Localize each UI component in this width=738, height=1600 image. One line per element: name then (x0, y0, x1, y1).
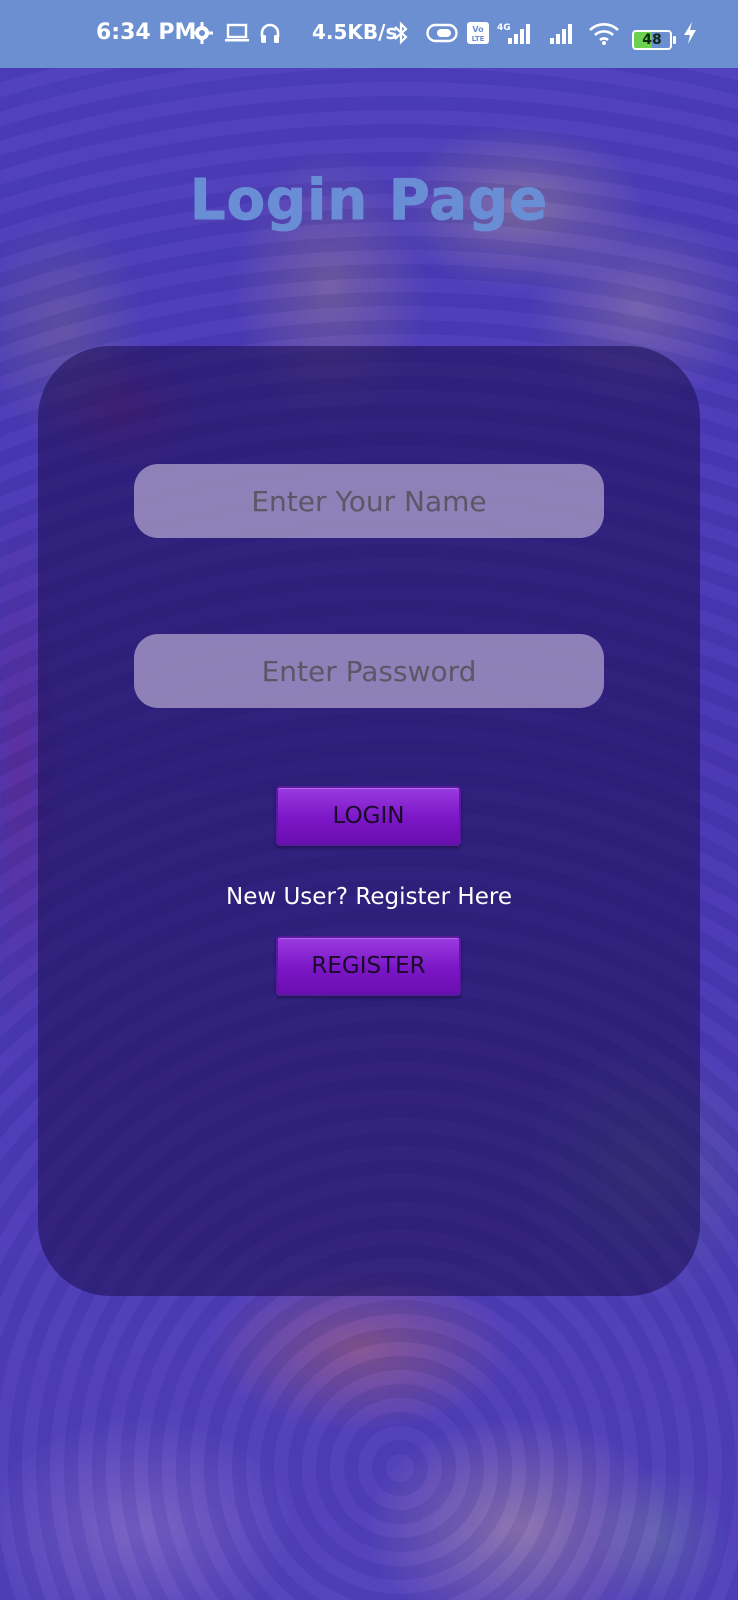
charging-icon (682, 18, 698, 48)
svg-text:LTE: LTE (472, 35, 485, 43)
svg-text:Vo: Vo (472, 25, 484, 34)
network-speed: 4.5KB/s (312, 20, 398, 44)
login-button[interactable]: LOGIN (276, 786, 461, 846)
status-time: 6:34 PM (96, 20, 197, 45)
password-input[interactable] (134, 634, 604, 708)
wifi-icon (588, 18, 620, 48)
register-prompt: New User? Register Here (226, 884, 512, 910)
battery-level: 48 (642, 32, 662, 48)
page-title: Login Page (189, 168, 549, 234)
signal-4g-icon: 4G (496, 18, 532, 48)
register-button[interactable]: REGISTER (276, 936, 461, 996)
settings-icon (190, 18, 214, 48)
headphones-icon (258, 18, 282, 48)
laptop-icon (224, 18, 250, 48)
name-input[interactable] (134, 464, 604, 538)
signal-icon (548, 18, 578, 48)
status-bar: 6:34 PM 4.5KB/s Vo LTE 4G 48 (0, 0, 738, 68)
volte-icon: Vo LTE (466, 18, 490, 48)
battery-icon: 48 (632, 30, 676, 50)
bluetooth-icon (392, 18, 410, 48)
toggle-icon (426, 18, 458, 48)
svg-text:4G: 4G (497, 23, 511, 33)
